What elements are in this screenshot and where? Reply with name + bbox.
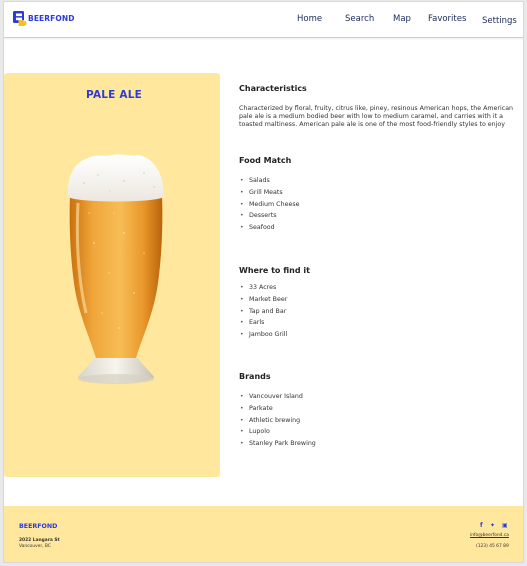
main-nav: Home Search Map Favorites Settings xyxy=(4,13,523,27)
list-item: Parkate xyxy=(240,403,316,415)
characteristics-line: pale ale is a medium bodied beer with lo… xyxy=(239,113,503,120)
beer-card: PALE ALE xyxy=(4,73,220,477)
list-item: Grill Meats xyxy=(240,187,299,199)
nav-home[interactable]: Home xyxy=(297,14,322,24)
list-item: Lupolo xyxy=(240,426,316,438)
list-item: Medium Cheese xyxy=(240,199,299,211)
brands-list: Vancouver Island Parkate Athletic brewin… xyxy=(240,391,316,450)
list-item: Desserts xyxy=(240,210,299,222)
nav-map[interactable]: Map xyxy=(393,14,411,24)
footer-logo[interactable]: BEERFOND xyxy=(19,523,57,530)
instagram-icon[interactable]: ▣ xyxy=(502,522,508,529)
list-item: Market Beer xyxy=(240,294,287,306)
list-item: Stanley Park Brewing xyxy=(240,438,316,450)
list-item: Vancouver Island xyxy=(240,391,316,403)
beer-glass-icon xyxy=(64,153,168,393)
list-item: Earls xyxy=(240,317,287,329)
characteristics-line: Characterized by floral, fruity, citrus … xyxy=(239,105,514,112)
nav-favorites[interactable]: Favorites xyxy=(428,14,466,24)
list-item: Seafood xyxy=(240,222,299,234)
footer: BEERFOND 2022 Langara St Vancouver, BC f… xyxy=(4,506,523,562)
nav-settings[interactable]: Settings xyxy=(482,16,517,26)
list-item: Salads xyxy=(240,175,299,187)
where-heading: Where to find it xyxy=(239,266,310,275)
footer-email-link[interactable]: info@beerfond.ca xyxy=(470,533,509,538)
footer-city: Vancouver, BC xyxy=(19,544,51,549)
food-match-list: Salads Grill Meats Medium Cheese Dessert… xyxy=(240,175,299,234)
header: BEERFOND Home Search Map Favorites Setti… xyxy=(4,2,523,38)
where-list: 33 Acres Market Beer Tap and Bar Earls J… xyxy=(240,282,287,341)
page-frame: BEERFOND Home Search Map Favorites Setti… xyxy=(3,1,524,563)
list-item: Tap and Bar xyxy=(240,306,287,318)
brands-heading: Brands xyxy=(239,372,271,381)
list-item: Jamboo Grill xyxy=(240,329,287,341)
footer-address: 2022 Langara St Vancouver, BC xyxy=(19,538,60,550)
nav-search[interactable]: Search xyxy=(345,14,374,24)
social-links: f ✦ ▣ xyxy=(478,522,510,530)
food-match-heading: Food Match xyxy=(239,156,292,165)
list-item: Athletic brewing xyxy=(240,415,316,427)
twitter-icon[interactable]: ✦ xyxy=(490,522,495,529)
facebook-icon[interactable]: f xyxy=(480,522,483,529)
characteristics-heading: Characteristics xyxy=(239,84,307,93)
footer-phone: (123) 45 67 89 xyxy=(476,544,509,549)
characteristics-text: Characterized by floral, fruity, citrus … xyxy=(239,105,515,129)
list-item: 33 Acres xyxy=(240,282,287,294)
beer-name: PALE ALE xyxy=(86,89,142,101)
characteristics-line: toasted maltiness. American pale ale is … xyxy=(239,121,506,128)
